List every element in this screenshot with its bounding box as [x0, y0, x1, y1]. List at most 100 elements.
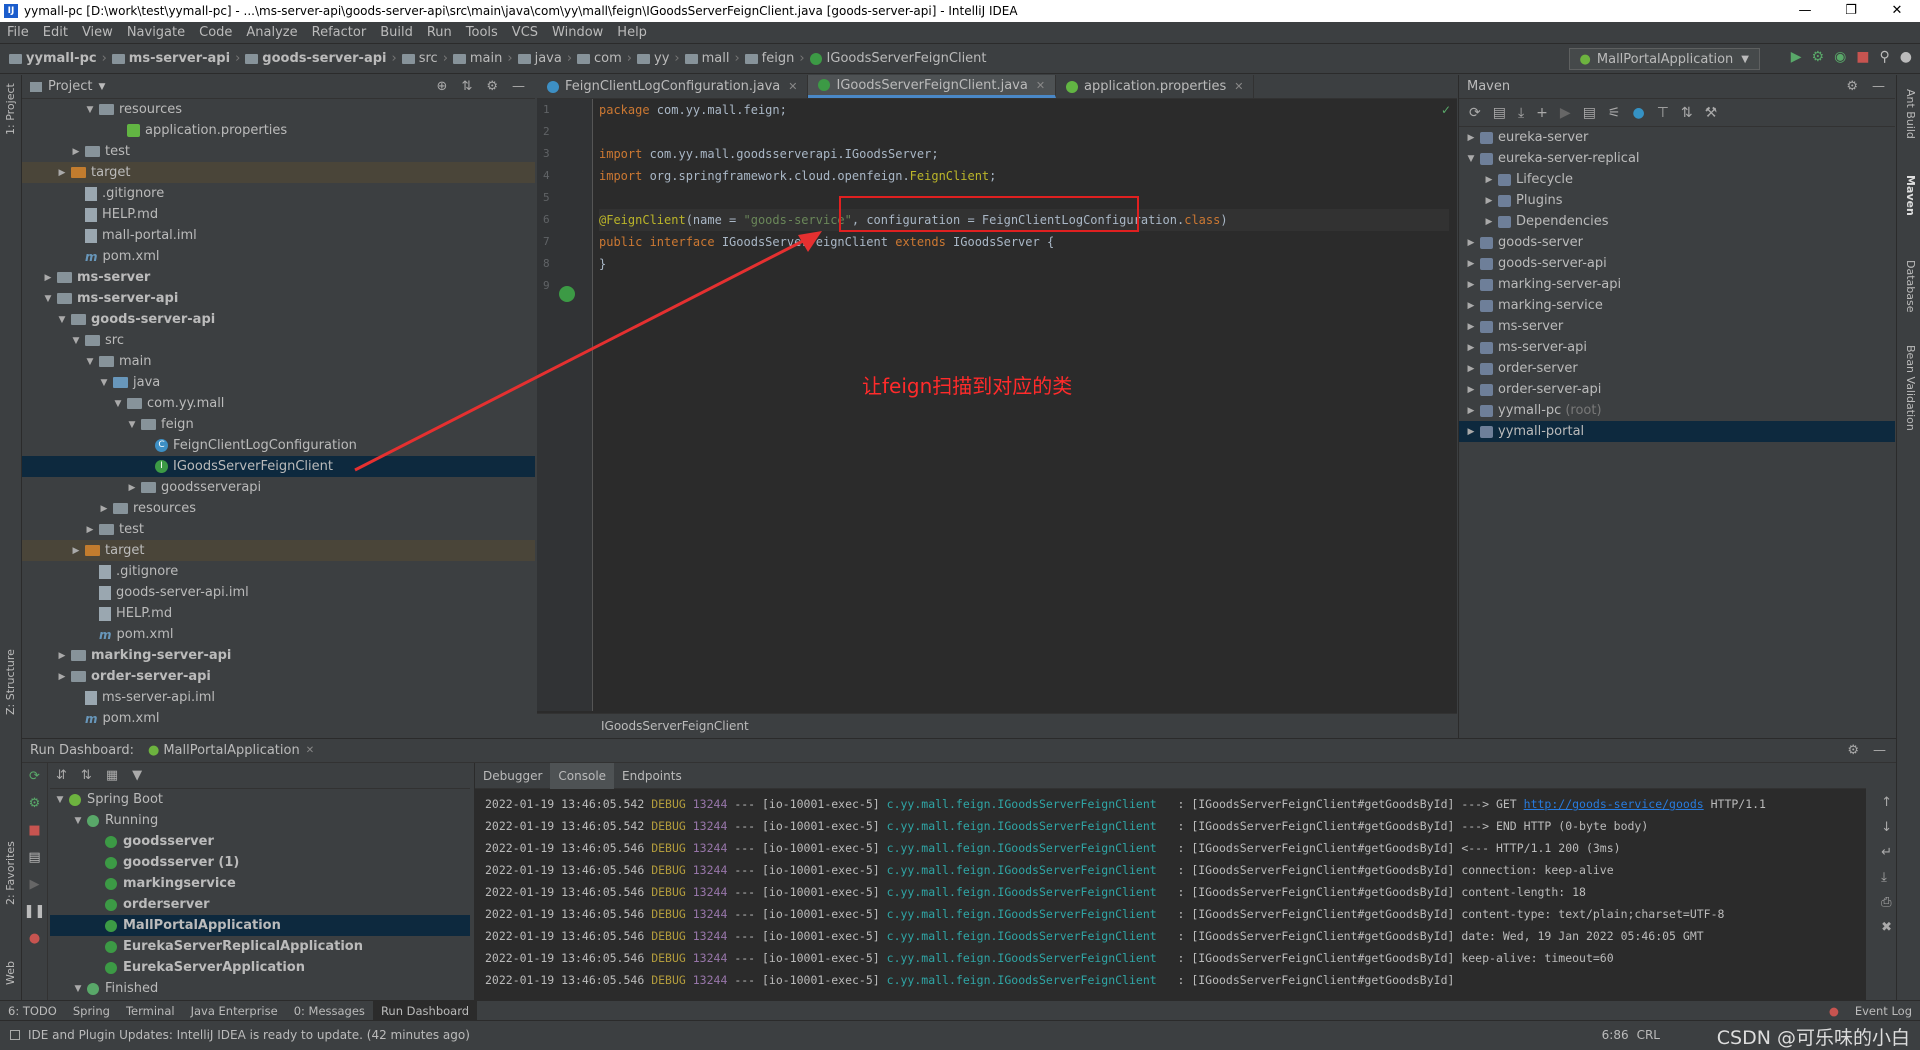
tree-item[interactable]: application.properties	[22, 120, 535, 141]
soft-wrap-icon[interactable]: ↵	[1881, 845, 1892, 860]
pause-icon[interactable]: ❚❚	[24, 904, 46, 919]
chevron-right-icon[interactable]: ▶	[1465, 343, 1477, 353]
maven-tree-item[interactable]: ▶ marking-server-api	[1459, 274, 1895, 295]
tree-item[interactable]: ▶ ms-server	[22, 267, 535, 288]
chevron-right-icon[interactable]: ▶	[1483, 217, 1495, 227]
chevron-right-icon[interactable]: ▶	[70, 147, 82, 157]
gear-icon[interactable]: ⚙	[1847, 743, 1859, 758]
project-panel-title[interactable]: Project	[48, 79, 92, 94]
wrench-icon[interactable]: ⚒	[1705, 105, 1718, 121]
tree-item[interactable]: ▶ goodsserverapi	[22, 477, 535, 498]
close-icon[interactable]: ✕	[1874, 0, 1920, 22]
editor-tab[interactable]: IGoodsServerFeignClient.java ✕	[808, 75, 1057, 98]
breadcrumb-item[interactable]: mall	[682, 51, 733, 66]
locate-icon[interactable]: ⊕	[437, 79, 448, 94]
breadcrumb-item[interactable]: IGoodsServerFeignClient	[807, 51, 990, 66]
chevron-right-icon[interactable]: ▶	[1465, 427, 1477, 437]
collapse-all-icon[interactable]: ⇅	[461, 79, 472, 94]
menu-item-analyze[interactable]: Analyze	[239, 25, 304, 40]
maven-tree-item[interactable]: ▶ yymall-pc (root)	[1459, 400, 1895, 421]
tree-item[interactable]: mall-portal.iml	[22, 225, 535, 246]
code-line[interactable]	[599, 121, 1449, 143]
collapse-all-icon[interactable]: ⇅	[1681, 105, 1693, 121]
tree-item[interactable]: ▼ src	[22, 330, 535, 351]
hide-icon[interactable]: —	[1873, 743, 1886, 758]
close-icon[interactable]: ✕	[306, 745, 314, 756]
menu-item-edit[interactable]: Edit	[36, 25, 75, 40]
add-icon[interactable]: +	[1536, 105, 1548, 121]
debug-icon[interactable]: ⚙	[1812, 49, 1825, 65]
hide-icon[interactable]: —	[1872, 79, 1885, 94]
chevron-right-icon[interactable]: ▶	[1465, 364, 1477, 374]
breadcrumb-item[interactable]: java	[515, 51, 565, 66]
run-dashboard-item[interactable]: goodsserver (1)	[50, 852, 470, 873]
download-icon[interactable]: ⤓	[1518, 105, 1524, 121]
expand-all-icon[interactable]: ⇵	[56, 768, 67, 783]
reimport-folder-icon[interactable]: ▤	[1493, 105, 1506, 121]
menu-item-code[interactable]: Code	[192, 25, 239, 40]
code-line[interactable]	[599, 275, 1449, 297]
breadcrumb-item[interactable]: feign	[742, 51, 798, 66]
log-line[interactable]: 2022-01-19 13:46:05.546 DEBUG 13244 --- …	[475, 925, 1866, 947]
tool-window-button[interactable]: Spring	[65, 1004, 118, 1018]
chevron-right-icon[interactable]: ▶	[56, 168, 68, 178]
tree-item[interactable]: ▶ target	[22, 540, 535, 561]
maven-tree-item[interactable]: ▶ Dependencies	[1459, 211, 1895, 232]
log-line[interactable]: 2022-01-19 13:46:05.542 DEBUG 13244 --- …	[475, 815, 1866, 837]
code-line[interactable]: import com.yy.mall.goodsserverapi.IGoods…	[599, 143, 1449, 165]
project-tool-tab[interactable]: 1: Project	[4, 83, 17, 135]
print-icon[interactable]: ⎙	[1881, 895, 1892, 910]
group-icon[interactable]: ▦	[106, 768, 118, 783]
tree-item[interactable]: ▶ order-server-api	[22, 666, 535, 687]
chevron-down-icon[interactable]: ▼	[72, 984, 84, 994]
chevron-down-icon[interactable]: ▼	[84, 105, 96, 115]
gear-icon[interactable]: ⚙	[1846, 79, 1858, 94]
tree-item[interactable]: ▼ resources	[22, 99, 535, 120]
attach-icon[interactable]: ●	[1900, 49, 1912, 65]
tree-item[interactable]: ▼ feign	[22, 414, 535, 435]
maven-tree-item[interactable]: ▶ ms-server-api	[1459, 337, 1895, 358]
tree-item[interactable]: ms-server-api.iml	[22, 687, 535, 708]
tree-item[interactable]: ▶ test	[22, 519, 535, 540]
chevron-down-icon[interactable]: ▼	[54, 795, 66, 805]
menu-item-navigate[interactable]: Navigate	[120, 25, 192, 40]
resume-icon[interactable]: ▶	[30, 877, 40, 892]
chevron-right-icon[interactable]: ▶	[1465, 301, 1477, 311]
search-icon[interactable]: ⚲	[1880, 49, 1890, 65]
tool-window-button[interactable]: Terminal	[118, 1004, 183, 1018]
gear-icon[interactable]: ⚙	[486, 79, 498, 94]
tree-item[interactable]: ▼ goods-server-api	[22, 309, 535, 330]
chevron-down-icon[interactable]: ▼	[126, 420, 138, 430]
ant-build-tab[interactable]: Ant Build	[1904, 89, 1917, 139]
tree-item[interactable]: m pom.xml	[22, 708, 535, 729]
breadcrumb-item[interactable]: goods-server-api	[242, 51, 389, 66]
chevron-right-icon[interactable]: ▶	[70, 546, 82, 556]
chevron-down-icon[interactable]: ▼	[1465, 154, 1477, 164]
run-dashboard-item[interactable]: MallPortalApplication	[50, 915, 470, 936]
tree-item[interactable]: HELP.md	[22, 603, 535, 624]
maven-tree-item[interactable]: ▼ eureka-server-replical	[1459, 148, 1895, 169]
chevron-right-icon[interactable]: ▶	[1483, 196, 1495, 206]
tree-item[interactable]: ▼ main	[22, 351, 535, 372]
chevron-right-icon[interactable]: ▶	[1465, 259, 1477, 269]
chevron-right-icon[interactable]: ▶	[1465, 406, 1477, 416]
run-dashboard-item[interactable]: ▼ Spring Boot	[50, 789, 470, 810]
up-icon[interactable]: ↑	[1881, 795, 1892, 810]
console-tab-debugger[interactable]: Debugger	[475, 769, 550, 783]
tree-item[interactable]: ▶ target	[22, 162, 535, 183]
run-dashboard-item[interactable]: EurekaServerReplicalApplication	[50, 936, 470, 957]
chevron-down-icon[interactable]: ▼	[56, 315, 68, 325]
run-dashboard-item[interactable]: markingservice	[50, 873, 470, 894]
chevron-right-icon[interactable]: ▶	[56, 651, 68, 661]
run-dashboard-item[interactable]: ▼ Finished	[50, 978, 470, 999]
hide-icon[interactable]: —	[512, 79, 525, 94]
database-tab[interactable]: Database	[1904, 260, 1917, 313]
tool-window-button[interactable]: Run Dashboard	[372, 1000, 478, 1021]
run-dashboard-tab[interactable]: MallPortalApplication	[163, 743, 299, 758]
rerun-icon[interactable]: ⟳	[29, 769, 40, 784]
code-line[interactable]: }	[599, 253, 1449, 275]
tree-item[interactable]: goods-server-api.iml	[22, 582, 535, 603]
event-log-button[interactable]: Event Log	[1847, 1004, 1920, 1018]
run-dashboard-item[interactable]: goodsserver	[50, 831, 470, 852]
maven-tree-item[interactable]: ▶ order-server	[1459, 358, 1895, 379]
